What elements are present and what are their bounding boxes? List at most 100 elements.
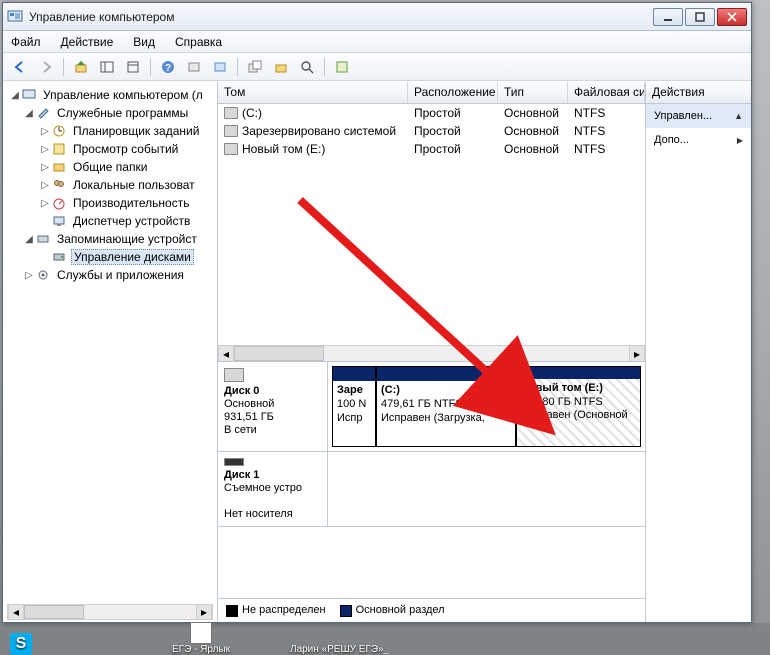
tree-shared-folders[interactable]: ▷ Общие папки xyxy=(5,158,217,176)
tree-label: Производительность xyxy=(71,196,191,210)
toolbar-btn-b[interactable] xyxy=(209,56,231,78)
tree-label: Диспетчер устройств xyxy=(71,214,192,228)
tree-label: Локальные пользоват xyxy=(71,178,197,192)
cell: NTFS xyxy=(568,121,645,141)
part-title: Новый том (E:) xyxy=(521,382,603,394)
action-disk-management[interactable]: Управлен... xyxy=(646,104,751,128)
tree-system-tools[interactable]: ◢ Служебные программы xyxy=(5,104,217,122)
tree-services-apps[interactable]: ▷ Службы и приложения xyxy=(5,266,217,284)
toolbar-btn-a[interactable] xyxy=(183,56,205,78)
scroll-left-button[interactable]: ◂ xyxy=(218,346,234,361)
volume-row[interactable]: Новый том (E:) Простой Основной NTFS xyxy=(218,140,645,158)
tree-task-scheduler[interactable]: ▷ Планировщик заданий xyxy=(5,122,217,140)
cell: Простой xyxy=(408,121,498,141)
toolbar-btn-c[interactable] xyxy=(244,56,266,78)
collapse-icon[interactable]: ◢ xyxy=(23,108,35,119)
taskbar-skype[interactable]: S xyxy=(10,633,32,655)
scroll-thumb[interactable] xyxy=(234,346,324,361)
partition-c[interactable]: (C:) 479,61 ГБ NTFS Исправен (Загрузка, xyxy=(376,366,516,447)
disk-status: В сети xyxy=(224,424,321,436)
help-button[interactable]: ? xyxy=(157,56,179,78)
col-type[interactable]: Тип xyxy=(498,82,568,103)
disk-row-0[interactable]: Диск 0 Основной 931,51 ГБ В сети Заре 10… xyxy=(218,362,645,452)
properties-button[interactable] xyxy=(122,56,144,78)
show-hide-tree-button[interactable] xyxy=(96,56,118,78)
toolbar-btn-e[interactable] xyxy=(296,56,318,78)
part-status: Исправен (Загрузка, xyxy=(381,412,485,424)
up-button[interactable] xyxy=(70,56,92,78)
tree-disk-management[interactable]: Управление дисками xyxy=(5,248,217,266)
col-filesystem[interactable]: Файловая сист xyxy=(568,82,645,103)
action-label: Управлен... xyxy=(654,110,712,122)
menu-action[interactable]: Действие xyxy=(57,33,118,51)
expand-icon[interactable]: ▷ xyxy=(39,198,51,209)
device-icon xyxy=(51,213,67,229)
minimize-button[interactable] xyxy=(653,8,683,26)
taskbar-label: Ларин «РЕШУ ЕГЭ»_ xyxy=(290,644,389,655)
menu-file[interactable]: Файл xyxy=(7,33,45,51)
action-more[interactable]: Допо... xyxy=(646,128,751,152)
svg-text:?: ? xyxy=(165,63,171,74)
taskbar-shortcut[interactable]: ЕГЭ - Ярлык xyxy=(172,622,230,655)
menu-help[interactable]: Справка xyxy=(171,33,226,51)
expand-icon[interactable]: ▷ xyxy=(39,180,51,191)
close-button[interactable] xyxy=(717,8,747,26)
cell: Основной xyxy=(498,139,568,159)
tree-storage[interactable]: ◢ Запоминающие устройст xyxy=(5,230,217,248)
action-label: Допо... xyxy=(654,134,689,146)
tree-label: Службы и приложения xyxy=(55,268,186,282)
volume-row[interactable]: Зарезервировано системой Простой Основно… xyxy=(218,122,645,140)
scroll-right-button[interactable]: ▸ xyxy=(196,605,212,619)
cell: (C:) xyxy=(242,106,262,120)
maximize-button[interactable] xyxy=(685,8,715,26)
scroll-thumb[interactable] xyxy=(24,605,84,619)
tree-scrollbar[interactable]: ◂ ▸ xyxy=(7,604,213,620)
forward-button[interactable] xyxy=(35,56,57,78)
disk-size: 931,51 ГБ xyxy=(224,411,321,423)
expand-icon[interactable]: ▷ xyxy=(23,270,35,281)
back-button[interactable] xyxy=(9,56,31,78)
disk-status: Нет носителя xyxy=(224,508,321,520)
disk-row-1[interactable]: Диск 1 Съемное устро Нет носителя xyxy=(218,452,645,527)
col-volume[interactable]: Том xyxy=(218,82,408,103)
shortcut-icon xyxy=(190,622,212,644)
part-status: Испр xyxy=(337,412,362,424)
partition-e[interactable]: Новый том (E:) 451,80 ГБ NTFS Исправен (… xyxy=(516,366,641,447)
scroll-right-button[interactable]: ▸ xyxy=(629,346,645,361)
taskbar-larin[interactable]: Ларин «РЕШУ ЕГЭ»_ xyxy=(290,644,389,655)
legend-unallocated-swatch xyxy=(226,605,238,617)
folder-icon xyxy=(51,159,67,175)
tree-root[interactable]: ◢ Управление компьютером (л xyxy=(5,86,217,104)
cell: Новый том (E:) xyxy=(242,142,325,156)
drive-icon xyxy=(224,125,238,137)
tree-label: Служебные программы xyxy=(55,106,190,120)
title-bar[interactable]: Управление компьютером xyxy=(3,3,751,31)
tree-root-label: Управление компьютером (л xyxy=(41,88,205,102)
volume-scrollbar[interactable]: ◂ ▸ xyxy=(218,345,645,361)
menu-view[interactable]: Вид xyxy=(129,33,159,51)
tree-event-viewer[interactable]: ▷ Просмотр событий xyxy=(5,140,217,158)
col-layout[interactable]: Расположение xyxy=(408,82,498,103)
tree-local-users[interactable]: ▷ Локальные пользоват xyxy=(5,176,217,194)
disk-type: Съемное устро xyxy=(224,482,321,494)
volume-row[interactable]: (C:) Простой Основной NTFS xyxy=(218,104,645,122)
expand-icon[interactable]: ▷ xyxy=(39,126,51,137)
perf-icon xyxy=(51,195,67,211)
part-title: Заре xyxy=(337,384,363,396)
tree-label: Запоминающие устройст xyxy=(55,232,199,246)
taskbar: S ЕГЭ - Ярлык Ларин «РЕШУ ЕГЭ»_ xyxy=(0,623,770,655)
partition-system-reserved[interactable]: Заре 100 N Испр xyxy=(332,366,376,447)
collapse-icon[interactable]: ◢ xyxy=(23,234,35,245)
legend: Не распределен Основной раздел xyxy=(218,598,645,622)
services-icon xyxy=(35,267,51,283)
collapse-icon[interactable]: ◢ xyxy=(9,90,21,101)
scroll-left-button[interactable]: ◂ xyxy=(8,605,24,619)
tree-performance[interactable]: ▷ Производительность xyxy=(5,194,217,212)
expand-icon[interactable]: ▷ xyxy=(39,144,51,155)
tree-device-manager[interactable]: Диспетчер устройств xyxy=(5,212,217,230)
toolbar-btn-d[interactable] xyxy=(270,56,292,78)
computer-management-window: Управление компьютером Файл Действие Вид… xyxy=(2,2,752,623)
toolbar-btn-f[interactable] xyxy=(331,56,353,78)
expand-icon[interactable]: ▷ xyxy=(39,162,51,173)
computer-icon xyxy=(21,87,37,103)
